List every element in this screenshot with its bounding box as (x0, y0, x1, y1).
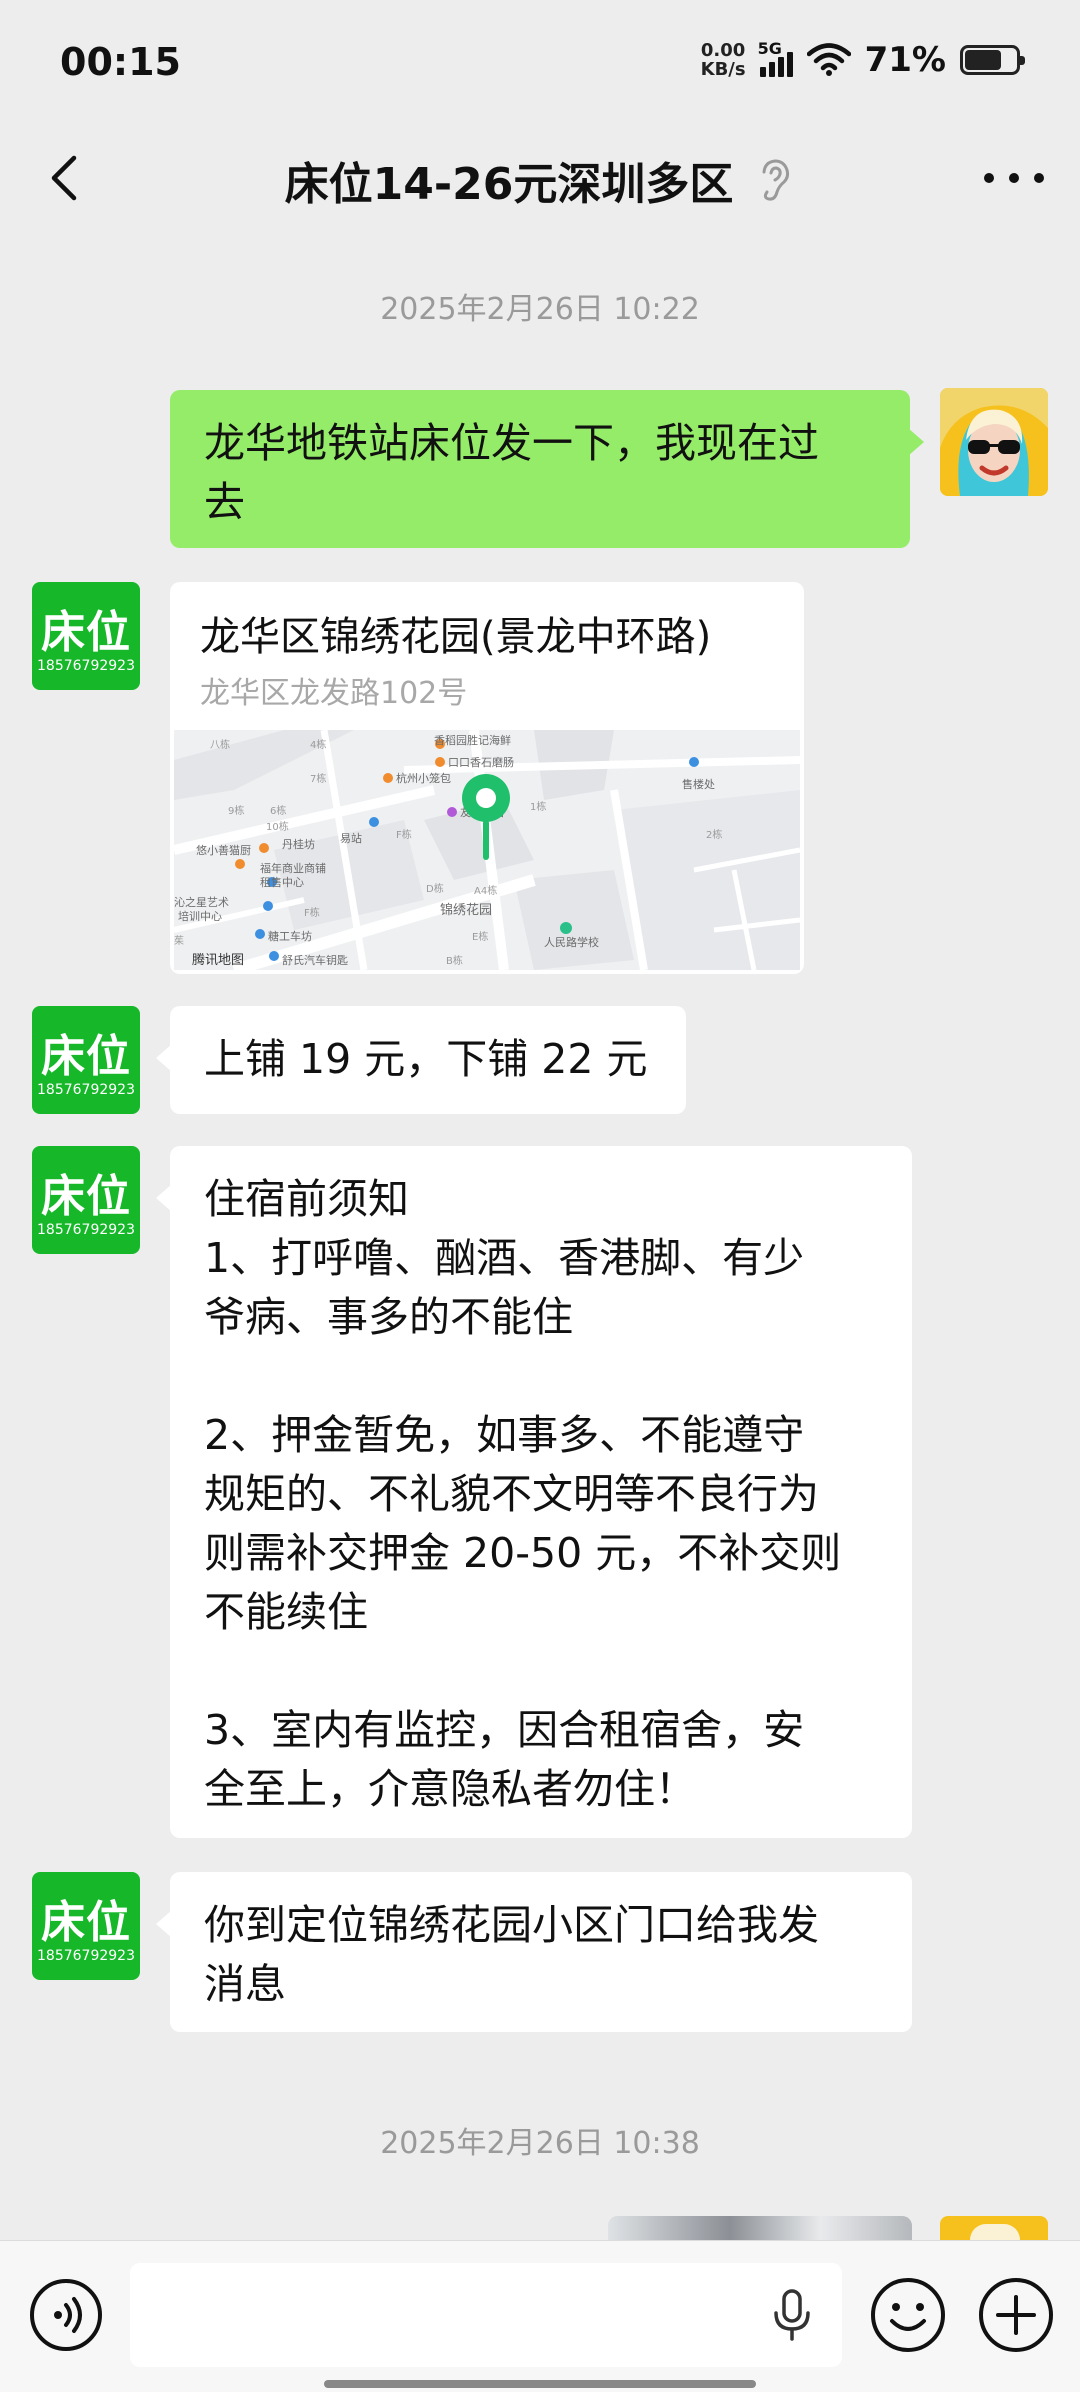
location-name: 龙华区锦绣花园(景龙中环路) (200, 614, 712, 660)
map-label: 4栋 (310, 738, 326, 751)
my-avatar[interactable] (940, 388, 1048, 496)
status-bar: 00:15 0.00 KB/s 5G 71% (0, 0, 1080, 120)
chat-header: 床位14-26元深圳多区 (0, 120, 1080, 242)
outgoing-message-bubble[interactable]: 龙华地铁站床位发一下，我现在过 去 (170, 390, 924, 548)
map-label: 沁之星艺术 (174, 895, 229, 909)
message-text: 上铺 19 元，下铺 22 元 (204, 1035, 648, 1083)
status-time: 00:15 (60, 40, 181, 84)
avatar-label: 床位 (41, 1031, 131, 1082)
map-label: B栋 (446, 954, 463, 967)
more-dot-icon (984, 173, 994, 183)
map-label: 悠小善猫厨 (196, 843, 251, 857)
map-label: 1栋 (530, 800, 546, 813)
map-label: 10栋 (266, 820, 289, 833)
more-functions-button[interactable] (976, 2275, 1056, 2355)
battery-icon (960, 45, 1025, 75)
location-address: 龙华区龙发路102号 (200, 676, 468, 711)
avatar-phone: 18576792923 (37, 1082, 135, 1098)
map-label: 培训中心 (178, 909, 222, 923)
more-dot-icon (1034, 173, 1044, 183)
network-type: 5G (757, 39, 782, 58)
message-timestamp: 2025年2月26日 10:38 (380, 2126, 700, 2161)
map-label: 2栋 (706, 828, 722, 841)
avatar-photo-icon (940, 388, 1048, 496)
map-label: 腾讯地图 (192, 952, 244, 968)
avatar-phone: 18576792923 (37, 1222, 135, 1238)
image-message-thumbnail[interactable] (608, 2216, 912, 2240)
map-label: 杭州小笼包 (396, 771, 451, 785)
wifi-icon (806, 43, 851, 76)
map-label: F栋 (304, 906, 320, 919)
map-label: 易站 (340, 831, 362, 845)
map-label: 八栋 (210, 738, 230, 751)
incoming-message-bubble[interactable]: 上铺 19 元，下铺 22 元 (156, 1006, 686, 1114)
status-indicators: 0.00 KB/s 5G 71% (701, 39, 1025, 80)
incoming-message-bubble[interactable]: 住宿前须知 1、打呼噜、酗酒、香港脚、有少 爷病、事多的不能住 2、押金暂免，如… (156, 1146, 912, 1838)
message-input[interactable] (130, 2263, 842, 2367)
avatar-phone: 18576792923 (37, 1948, 135, 1964)
contact-avatar[interactable]: 床位 18576792923 (32, 1146, 140, 1254)
chat-input-bar (0, 2240, 1080, 2392)
map-label: 丹桂坊 (282, 837, 315, 851)
cell-signal-icon: 5G (758, 39, 793, 77)
map-label: 租售中心 (260, 875, 304, 889)
message-text: 龙华地铁站床位发一下，我现在过 去 (204, 419, 819, 526)
map-label: 7栋 (310, 772, 326, 785)
map-label: 9栋 (228, 804, 244, 817)
map-label: 口口香石磨肠 (448, 756, 514, 769)
voice-wave-icon (54, 2297, 82, 2333)
my-avatar[interactable] (940, 2216, 1048, 2240)
avatar-photo-icon (970, 2224, 1020, 2240)
earpiece-mode-icon (762, 159, 790, 201)
map-label: 茱 (174, 935, 184, 947)
message-timestamp: 2025年2月26日 10:22 (380, 292, 700, 327)
message-text: 住宿前须知 1、打呼噜、酗酒、香港脚、有少 爷病、事多的不能住 2、押金暂免，如… (204, 1175, 842, 1813)
avatar-label: 床位 (41, 1171, 131, 1222)
battery-percent: 71% (864, 40, 946, 80)
home-indicator[interactable] (324, 2380, 756, 2388)
message-text: 你到定位锦绣花园小区门口给我发 消息 (204, 1901, 819, 2008)
network-speed-unit: KB/s (700, 59, 746, 80)
map-label: 6栋 (270, 804, 286, 817)
contact-avatar[interactable]: 床位 18576792923 (32, 582, 140, 690)
network-speed-value: 0.00 (700, 40, 746, 61)
emoji-button[interactable] (868, 2275, 948, 2355)
map-label: D栋 (426, 882, 444, 895)
contact-avatar[interactable]: 床位 18576792923 (32, 1872, 140, 1980)
more-options-button[interactable] (984, 158, 1044, 198)
location-card[interactable]: 龙华区锦绣花园(景龙中环路) 龙华区龙发路102号 香稻园胜记海鲜 口口香石磨肠… (170, 582, 804, 974)
network-speed: 0.00 KB/s (701, 41, 746, 79)
avatar-label: 床位 (41, 607, 131, 658)
incoming-message-bubble[interactable]: 你到定位锦绣花园小区门口给我发 消息 (156, 1872, 912, 2032)
more-dot-icon (1009, 173, 1019, 183)
chat-title-area: 床位14-26元深圳多区 (0, 148, 1080, 212)
map-label: E栋 (472, 930, 488, 943)
avatar-label: 床位 (41, 1897, 131, 1948)
map-label: A4栋 (474, 884, 497, 897)
voice-input-button[interactable] (30, 2279, 102, 2351)
location-map[interactable]: 香稻园胜记海鲜 口口香石磨肠 杭州小笼包 友佳宾馆 易站 丹桂坊 悠小善猫厨 福… (174, 730, 800, 970)
map-label: F栋 (396, 828, 412, 841)
map-label: 福年商业商铺 (260, 861, 326, 875)
map-label: 售楼处 (682, 777, 715, 791)
microphone-icon[interactable] (770, 2287, 814, 2343)
map-label: 舒氏汽车钥匙 (282, 953, 348, 967)
map-label: 锦绣花园 (440, 902, 492, 918)
avatar-phone: 18576792923 (37, 658, 135, 674)
chat-title: 床位14-26元深圳多区 (284, 159, 734, 210)
map-label: 人民路学校 (544, 935, 599, 949)
contact-avatar[interactable]: 床位 18576792923 (32, 1006, 140, 1114)
map-label: 香稻园胜记海鲜 (434, 733, 511, 747)
map-label: 糖工车坊 (268, 929, 312, 943)
